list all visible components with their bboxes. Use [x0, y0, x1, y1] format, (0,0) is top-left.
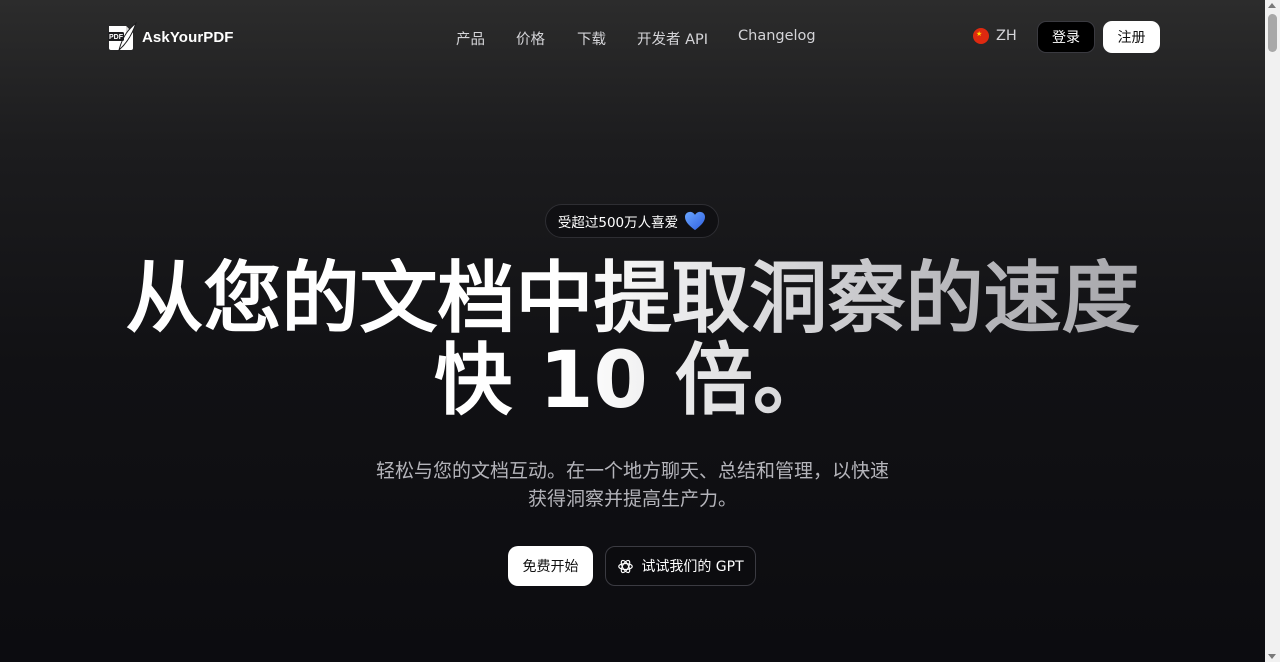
scrollbar-thumb[interactable] — [1268, 14, 1277, 52]
nav-link-changelog[interactable]: Changelog — [738, 28, 816, 44]
nav-link-developer-api[interactable]: 开发者 API — [637, 28, 708, 49]
signup-button[interactable]: 注册 — [1103, 21, 1160, 53]
openai-gpt-icon — [618, 559, 634, 573]
get-started-free-button[interactable]: 免费开始 — [508, 546, 593, 586]
hero-headline: 从您的文档中提取洞察的速度 快 10 倍。 — [0, 258, 1265, 422]
top-navigation: PDF AskYourPDF 产品 价格 下载 开发者 API Changelo… — [0, 0, 1265, 74]
language-selector[interactable]: ★ ZH — [973, 28, 1017, 44]
try-gpt-button[interactable]: 试试我们的 GPT — [605, 546, 756, 586]
nav-link-download[interactable]: 下载 — [577, 28, 606, 49]
subtitle-line-1: 轻松与您的文档互动。在一个地方聊天、总结和管理，以快速 — [375, 460, 889, 482]
headline-line-1: 从您的文档中提取洞察的速度 — [125, 254, 1140, 344]
nav-link-products[interactable]: 产品 — [456, 28, 485, 49]
try-gpt-label: 试试我们的 GPT — [641, 559, 744, 575]
nav-link-pricing[interactable]: 价格 — [516, 28, 545, 49]
scroll-down-arrow-icon[interactable] — [1268, 654, 1276, 659]
badge-text: 受超过500万人喜爱 — [557, 215, 679, 231]
social-proof-badge: 受超过500万人喜爱 — [545, 204, 719, 238]
subtitle-line-2: 获得洞察并提高生产力。 — [527, 488, 737, 510]
scroll-up-arrow-icon[interactable] — [1268, 3, 1276, 8]
headline-line-2: 快 10 倍。 — [434, 336, 831, 426]
blue-heart-icon — [685, 211, 706, 231]
login-button[interactable]: 登录 — [1037, 21, 1095, 53]
hero-subtitle: 轻松与您的文档互动。在一个地方聊天、总结和管理，以快速 获得洞察并提高生产力。 — [340, 457, 925, 513]
china-flag-icon: ★ — [973, 28, 989, 44]
page-scrollbar[interactable] — [1265, 0, 1280, 662]
language-label: ZH — [996, 28, 1017, 44]
